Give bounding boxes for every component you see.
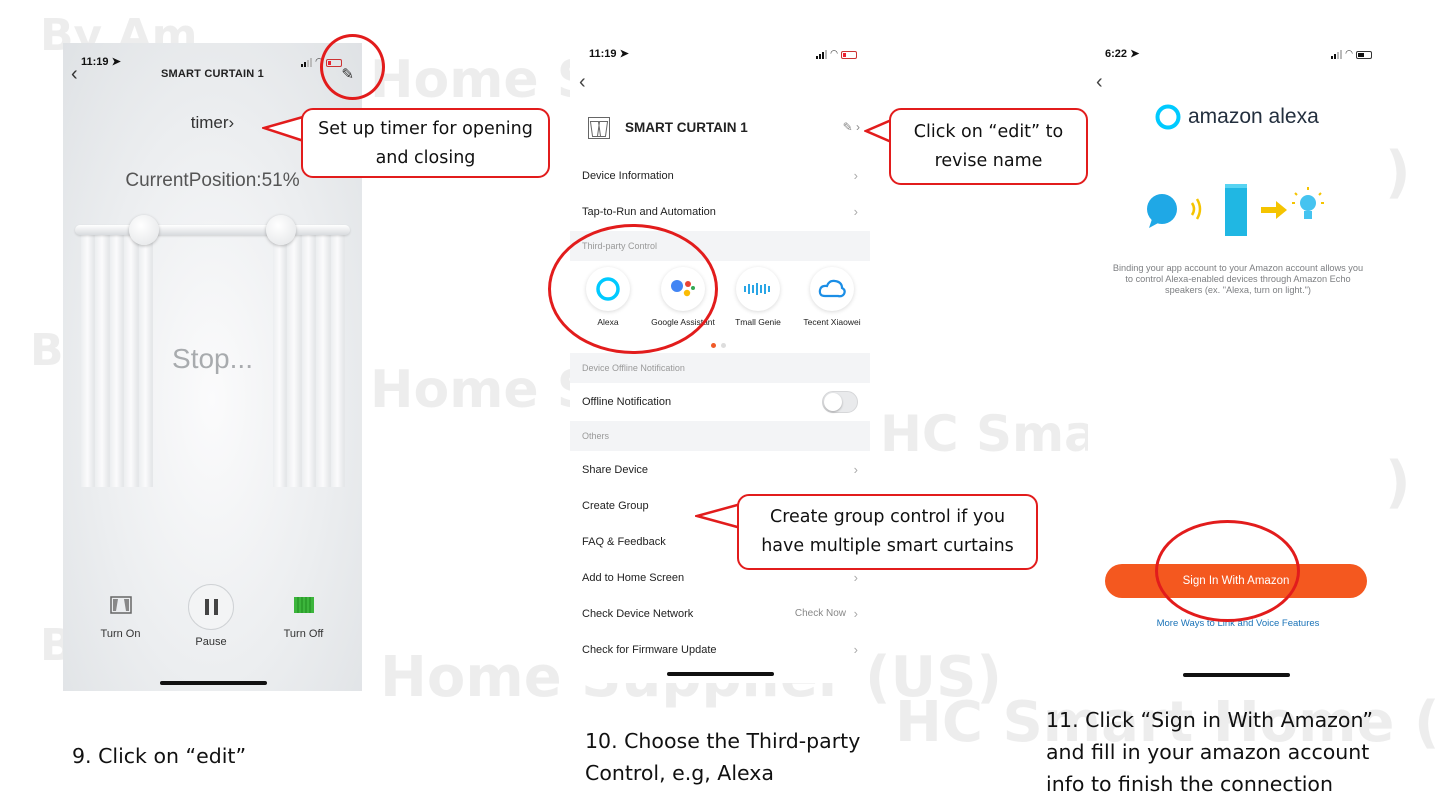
chevron-right-icon: › [853,168,858,183]
status-icons: ◠ [1331,48,1372,59]
voice-control-illustration [1147,184,1324,236]
turn-on-button[interactable]: Turn On [93,596,148,640]
echo-speaker-icon [1225,184,1247,236]
binding-description: Binding your app account to your Amazon … [1112,263,1364,295]
menu-firmware-update[interactable]: Check for Firmware Update › [570,632,870,668]
curtain-status: Stop... [172,343,253,374]
callout-create-group: Create group control if you have multipl… [737,494,1038,570]
watermark: B [30,325,64,376]
offline-notification-toggle[interactable] [822,391,858,413]
alexa-ring-icon [1155,104,1181,130]
chevron-right-icon: › [853,606,858,621]
chevron-right-icon: › [853,204,858,219]
watermark: ) [1385,450,1411,515]
status-time: 11:19 ➤ [81,56,121,68]
device-header[interactable]: SMART CURTAIN 1 ✎ › [570,113,870,143]
amazon-alexa-logo: amazon alexa [1154,103,1319,131]
carousel-page-indicator [711,343,726,348]
back-icon[interactable]: ‹ [579,71,586,94]
home-indicator [1183,673,1290,677]
menu-check-network[interactable]: Check Device Network Check Now › [570,596,870,632]
section-others: Others [570,421,870,451]
curtain-rod [75,225,350,235]
pause-button[interactable]: Pause [181,584,241,648]
chevron-right-icon: › [853,462,858,477]
curtain-closed-icon [276,596,331,620]
left-slider-handle[interactable] [129,215,159,245]
chevron-right-icon: › [853,570,858,585]
back-icon[interactable]: ‹ [1096,71,1103,94]
curtain-device-icon [588,117,610,139]
curtain-open-icon [93,596,148,620]
speech-bubble-icon [1147,194,1177,228]
watermark: ) [1385,140,1411,205]
watermark: HC Smar [880,405,1123,463]
third-party-tmall-genie[interactable]: Tmall Genie [721,267,795,327]
page-title: SMART CURTAIN 1 [160,68,264,80]
step-11-caption: 11. Click “Sign in With Amazon” and fill… [1046,708,1373,796]
tmall-genie-icon [736,267,780,311]
pause-icon [188,584,234,630]
status-icons: ◠ [816,48,857,59]
highlight-circle-edit [320,34,385,100]
callout-edit-name: Click on “edit” to revise name [889,108,1088,185]
menu-share-device[interactable]: Share Device › [570,452,870,488]
sound-waves-icon [1190,198,1202,220]
turn-off-button[interactable]: Turn Off [276,596,331,640]
menu-device-information[interactable]: Device Information › [570,158,870,194]
highlight-circle-sign-in [1155,520,1300,622]
device-settings-screen: 11:19 ➤ ◠ ‹ SMART CURTAIN 1 ✎ › Device I… [570,43,870,683]
light-bulb-icon [1292,187,1324,219]
status-time: 6:22 ➤ [1105,48,1140,60]
home-indicator [667,672,774,676]
third-party-tecent-xiaowei[interactable]: Tecent Xiaowei [795,267,869,327]
device-name: SMART CURTAIN 1 [625,120,748,135]
step-10-caption: 10. Choose the Third-party Control, e.g,… [585,729,861,785]
home-indicator [160,681,267,685]
callout-timer: Set up timer for opening and closing [301,108,550,178]
arrow-right-icon [1261,201,1287,219]
status-time: 11:19 ➤ [589,48,629,60]
highlight-circle-third-party [548,224,718,354]
edit-icon[interactable]: ✎ › [843,120,860,134]
step-9-caption: 9. Click on “edit” [72,744,247,768]
tecent-xiaowei-icon [810,267,854,311]
menu-offline-notification: Offline Notification [570,384,870,420]
right-slider-handle[interactable] [266,215,296,245]
callout-pointer [695,502,742,530]
section-offline: Device Offline Notification [570,353,870,383]
chevron-right-icon: › [228,113,235,132]
chevron-right-icon: › [853,642,858,657]
